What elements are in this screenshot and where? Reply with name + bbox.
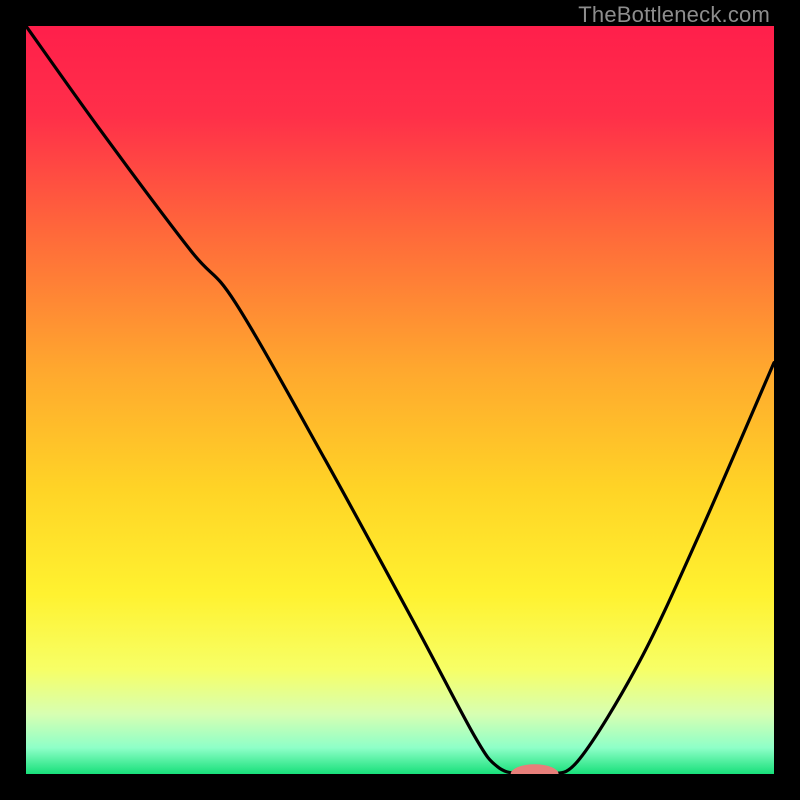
chart-background <box>26 26 774 774</box>
watermark-text: TheBottleneck.com <box>578 2 770 28</box>
chart-frame <box>26 26 774 774</box>
chart-svg <box>26 26 774 774</box>
